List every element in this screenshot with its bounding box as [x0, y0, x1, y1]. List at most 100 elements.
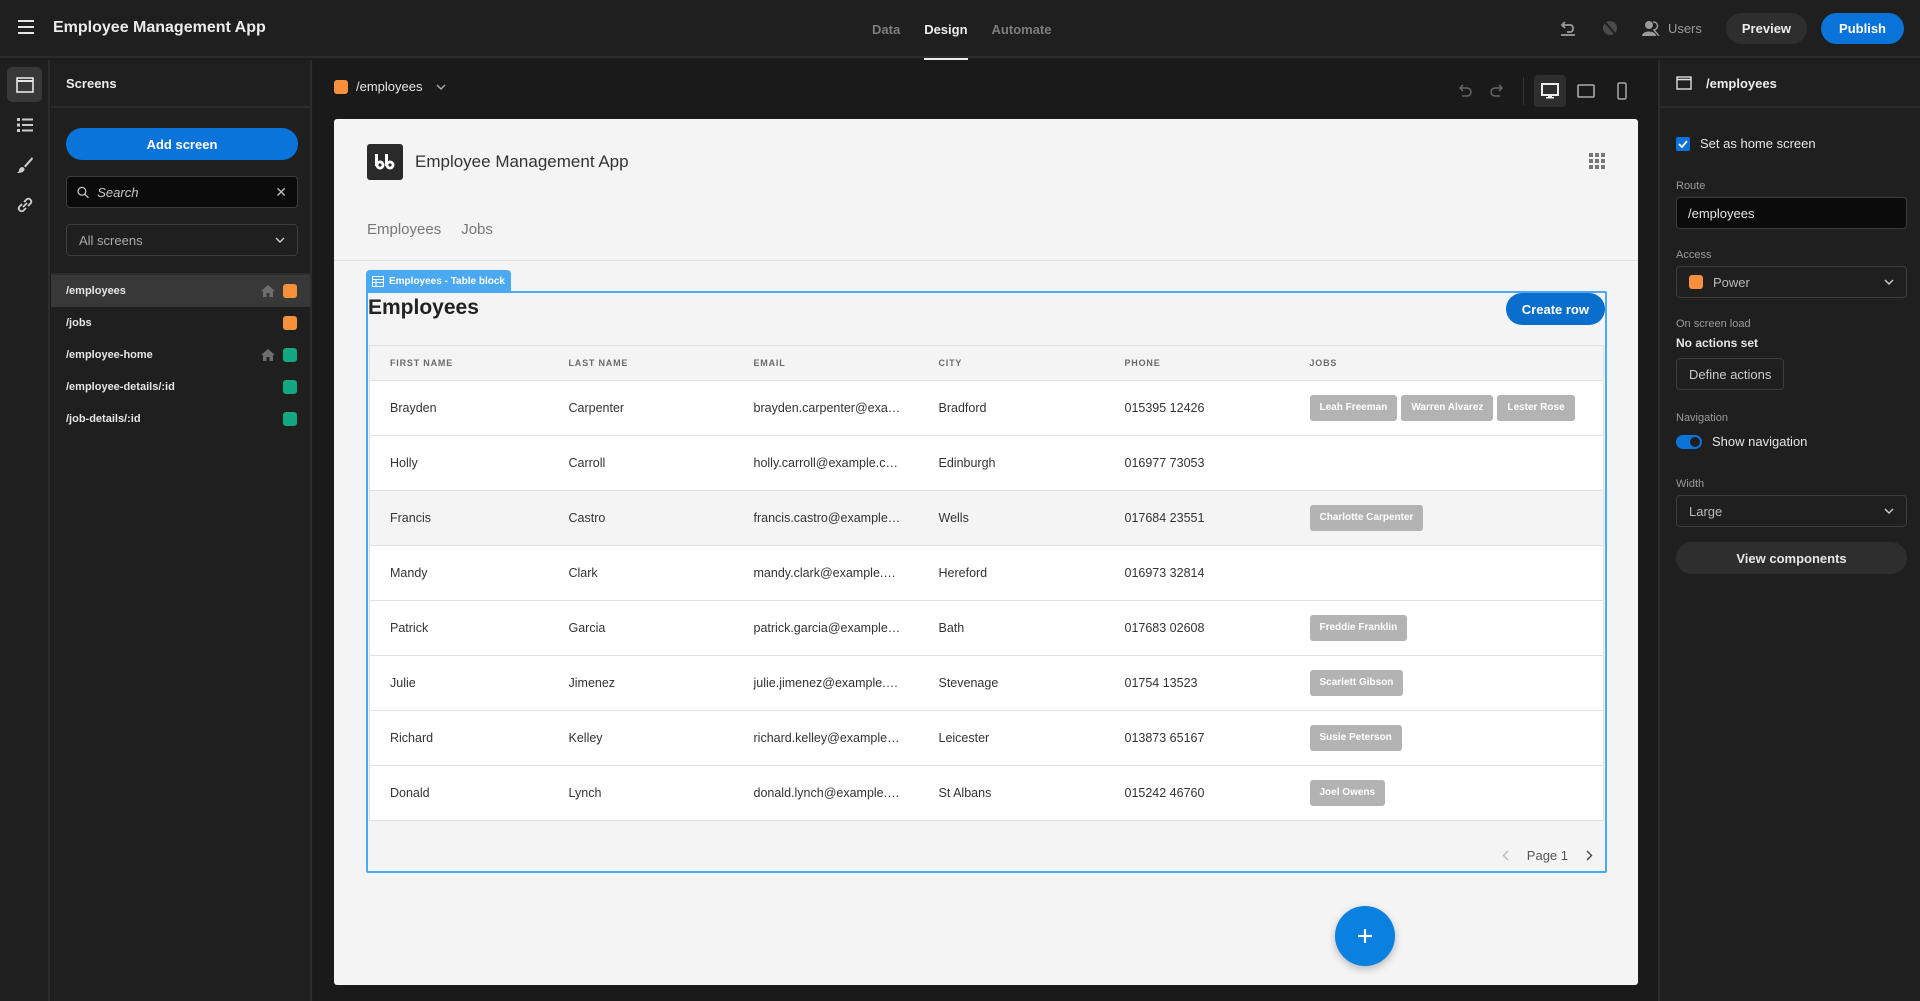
tab-data[interactable]: Data — [872, 0, 900, 58]
screens-panel: Screens Add screen ✕ All screens /employ… — [51, 60, 312, 1001]
cell-first: Mandy — [369, 545, 549, 601]
prev-page-icon[interactable] — [1502, 850, 1509, 861]
job-tag: Leah Freeman — [1309, 395, 1398, 421]
table-row[interactable]: Holly Carroll holly.carroll@example.c… Edin… — [369, 435, 1604, 491]
screen-list-item[interactable]: /jobs — [51, 307, 310, 339]
navigation-label: Navigation — [1676, 412, 1728, 424]
screens-icon — [15, 76, 34, 93]
cell-last: Jimenez — [548, 655, 734, 711]
cell-first: Brayden — [369, 380, 549, 436]
plus-icon — [1358, 929, 1372, 943]
settings-panel-header: /employees — [1660, 60, 1920, 108]
on-screen-load-label: On screen load — [1676, 318, 1751, 330]
hamburger-menu-icon[interactable] — [18, 20, 34, 34]
design-canvas: /employees Employee Management App Emplo… — [313, 60, 1658, 1001]
create-row-button[interactable]: Create row — [1505, 293, 1605, 325]
access-select[interactable]: Power — [1676, 266, 1907, 298]
width-select[interactable]: Large — [1676, 495, 1907, 527]
theme-rail-button[interactable] — [7, 147, 42, 182]
column-header-jobs[interactable]: JOBS — [1289, 345, 1604, 381]
screens-rail-button[interactable] — [7, 67, 42, 102]
table-row[interactable]: Richard Kelley richard.kelley@example… Leic… — [369, 710, 1604, 766]
screen-list-item[interactable]: /employees — [51, 275, 310, 307]
home-screen-checkbox[interactable]: Set as home screen — [1676, 136, 1816, 151]
redo-icon — [1490, 84, 1504, 97]
job-tag: Joel Owens — [1309, 780, 1386, 806]
cell-first: Francis — [369, 490, 549, 546]
tab-automate[interactable]: Automate — [992, 0, 1052, 58]
screen-route-label: /job-details/:id — [66, 413, 141, 425]
table-row[interactable]: Francis Castro francis.castro@example… Well… — [369, 490, 1604, 546]
preview-button[interactable]: Preview — [1725, 12, 1808, 44]
show-navigation-toggle[interactable]: Show navigation — [1676, 434, 1807, 449]
column-header-email[interactable]: EMAIL — [733, 345, 919, 381]
mobile-view-button[interactable] — [1606, 75, 1638, 107]
toggle-switch[interactable] — [1676, 434, 1702, 449]
preview-app-name: Employee Management App — [415, 152, 629, 171]
table-block-label[interactable]: Employees - Table block — [366, 270, 511, 292]
column-header-city[interactable]: CITY — [918, 345, 1105, 381]
globe-disabled-icon[interactable] — [1600, 18, 1620, 38]
job-tag: Susie Peterson — [1309, 725, 1402, 751]
theme-brush-icon — [16, 156, 33, 173]
links-rail-button[interactable] — [7, 187, 42, 222]
cell-city: Hereford — [918, 545, 1105, 601]
job-tag: Freddie Franklin — [1309, 615, 1408, 641]
cell-first: Holly — [369, 435, 549, 491]
cell-jobs: Scarlett Gibson — [1289, 655, 1604, 711]
desktop-view-button[interactable] — [1534, 75, 1566, 107]
page-label: Page 1 — [1526, 848, 1568, 863]
table-row[interactable]: Patrick Garcia patrick.garcia@example… Bath… — [369, 600, 1604, 656]
route-input[interactable] — [1676, 197, 1907, 229]
column-header-phone[interactable]: PHONE — [1104, 345, 1290, 381]
table-row[interactable]: Julie Jimenez julie.jimenez@example.… Steve… — [369, 655, 1604, 711]
table-row[interactable]: Donald Lynch donald.lynch@example.… St Alba… — [369, 765, 1604, 821]
screen-list-item[interactable]: /employee-home — [51, 339, 310, 371]
cell-phone: 015242 46760 — [1104, 765, 1290, 821]
clear-search-icon[interactable]: ✕ — [275, 184, 287, 201]
cell-city: Leicester — [918, 710, 1105, 766]
screen-search: ✕ — [66, 176, 298, 208]
users-link[interactable]: Users — [1641, 20, 1702, 36]
next-page-icon[interactable] — [1586, 850, 1593, 861]
screen-icon — [1676, 76, 1692, 90]
app-grid-icon[interactable] — [1589, 153, 1605, 169]
components-rail-button[interactable] — [7, 107, 42, 142]
screen-route-selector[interactable]: /employees — [334, 79, 446, 94]
table-block[interactable]: Employees Create row FIRST NAME LAST NAM… — [366, 291, 1607, 873]
view-components-button[interactable]: View components — [1676, 542, 1907, 574]
column-header-last-name[interactable]: LAST NAME — [548, 345, 734, 381]
current-route: /employees — [356, 79, 423, 94]
table-row[interactable]: Brayden Carpenter brayden.carpenter@exa… Br… — [369, 380, 1604, 436]
redo-button[interactable] — [1481, 75, 1513, 107]
tab-design[interactable]: Design — [924, 0, 968, 60]
screens-filter-select[interactable]: All screens — [66, 224, 298, 256]
screen-route-label: /employees — [66, 285, 126, 297]
nav-link-employees[interactable]: Employees — [367, 221, 441, 238]
table-row[interactable]: Mandy Clark mandy.clark@example.… Hereford 0… — [369, 545, 1604, 601]
publish-button[interactable]: Publish — [1821, 12, 1904, 44]
tablet-view-button[interactable] — [1570, 75, 1602, 107]
screen-list-item[interactable]: /job-details/:id — [51, 403, 310, 435]
screen-search-input[interactable] — [97, 184, 276, 200]
revert-icon[interactable] — [1558, 18, 1578, 38]
add-screen-button[interactable]: Add screen — [66, 128, 298, 160]
nav-link-jobs[interactable]: Jobs — [461, 221, 493, 238]
define-actions-button[interactable]: Define actions — [1676, 358, 1785, 390]
cell-phone: 01754 13523 — [1104, 655, 1290, 711]
home-icon — [261, 285, 275, 297]
add-component-fab[interactable] — [1335, 906, 1395, 966]
cell-phone: 017684 23551 — [1104, 490, 1290, 546]
cell-jobs: Charlotte Carpenter — [1289, 490, 1604, 546]
cell-jobs — [1289, 545, 1604, 601]
desktop-icon — [1541, 83, 1559, 99]
column-header-first-name[interactable]: FIRST NAME — [369, 345, 549, 381]
cell-last: Clark — [548, 545, 734, 601]
role-color-swatch — [283, 348, 297, 362]
screen-list-item[interactable]: /employee-details/:id — [51, 371, 310, 403]
table-icon — [372, 275, 384, 287]
undo-button[interactable] — [1449, 75, 1481, 107]
screen-route-label: /employee-details/:id — [66, 381, 175, 393]
cell-first: Donald — [369, 765, 549, 821]
settings-panel-title: /employees — [1706, 75, 1777, 91]
